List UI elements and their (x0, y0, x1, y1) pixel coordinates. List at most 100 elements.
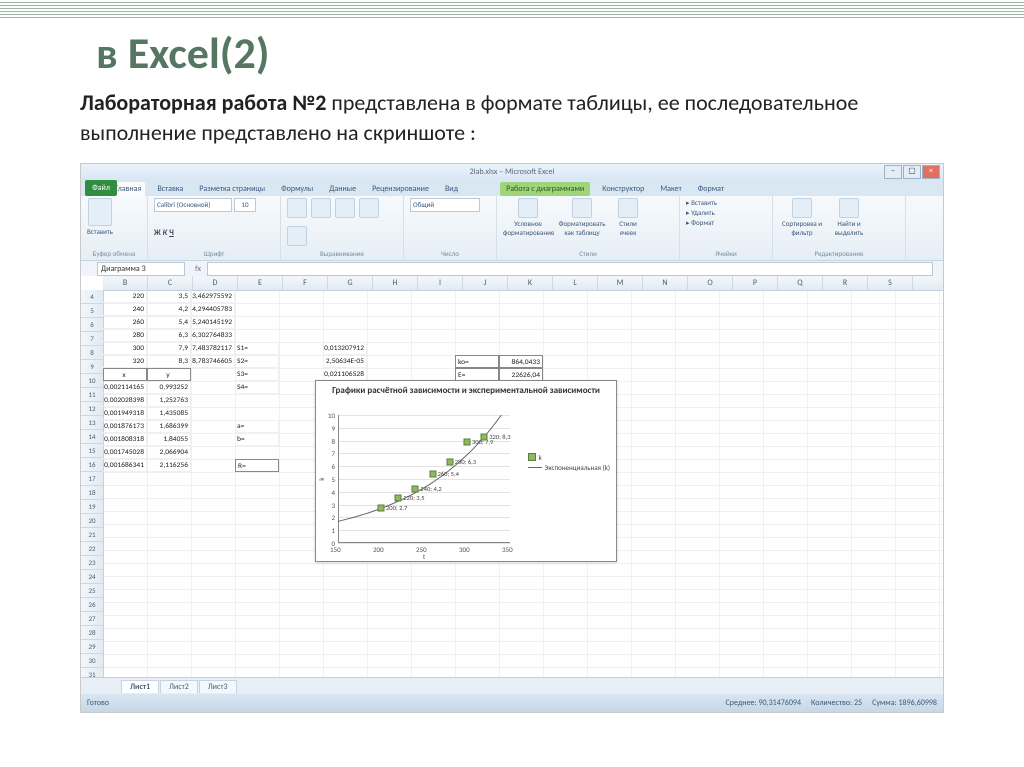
cell[interactable]: S2= (235, 355, 279, 368)
row-header[interactable]: 17 (81, 472, 103, 486)
cell[interactable]: 1,686399 (147, 420, 191, 433)
bold-button[interactable]: Ж (154, 228, 161, 238)
cell[interactable]: 0,013207912 (323, 342, 367, 355)
sheet-tab[interactable]: Лист3 (199, 680, 237, 693)
row-header[interactable]: 14 (81, 430, 103, 444)
row-header[interactable]: 22 (81, 542, 103, 556)
row-header[interactable]: 23 (81, 556, 103, 570)
col-header[interactable]: B (103, 276, 148, 290)
row-header[interactable]: 15 (81, 444, 103, 458)
row-header[interactable]: 4 (81, 290, 103, 304)
tab-insert[interactable]: Вставка (153, 182, 187, 196)
cell[interactable]: 300 (103, 342, 147, 355)
row-header[interactable]: 26 (81, 598, 103, 612)
format-button[interactable]: ▸ Формат (686, 218, 714, 227)
cell[interactable]: 3,5 (147, 290, 191, 303)
tab-pagelayout[interactable]: Разметка страницы (195, 182, 269, 196)
chart-object[interactable]: Графики расчётной зависимости и эксперим… (315, 380, 617, 562)
cell[interactable]: 0,001686341 (103, 459, 147, 472)
cell[interactable]: 8,783746605 (191, 355, 235, 368)
col-header[interactable]: P (733, 276, 778, 290)
tab-formulas[interactable]: Формулы (277, 182, 317, 196)
tab-layout[interactable]: Макет (656, 182, 685, 196)
cell[interactable]: 260 (103, 316, 147, 329)
delete-button[interactable]: ▸ Удалить (686, 208, 715, 217)
align-icon[interactable] (287, 198, 307, 218)
cell[interactable]: 280 (103, 329, 147, 342)
cell[interactable]: a= (235, 420, 279, 433)
fx-icon[interactable]: fx (195, 264, 201, 274)
cell[interactable]: 0,993252 (147, 381, 191, 394)
cell[interactable]: 4,2 (147, 303, 191, 316)
maximize-button[interactable]: ▢ (903, 165, 921, 179)
row-header[interactable]: 18 (81, 486, 103, 500)
cell[interactable]: S3= (235, 368, 279, 381)
col-header[interactable]: K (508, 276, 553, 290)
minimize-button[interactable]: – (884, 165, 902, 179)
cell[interactable]: 0,002028398 (103, 394, 147, 407)
row-header[interactable]: 25 (81, 584, 103, 598)
row-header[interactable]: 9 (81, 360, 103, 374)
conditional-format-button[interactable]: Условное форматирование (503, 198, 553, 237)
cell[interactable]: 2,116256 (147, 459, 191, 472)
cell[interactable]: 7,9 (147, 342, 191, 355)
cell[interactable]: S1= (235, 342, 279, 355)
cell[interactable]: 4,294405783 (191, 303, 235, 316)
cell[interactable]: 0,001745028 (103, 446, 147, 459)
cell[interactable]: x (103, 368, 147, 381)
col-header[interactable]: J (463, 276, 508, 290)
align-icon[interactable] (311, 198, 331, 218)
cell[interactable]: b= (235, 433, 279, 446)
col-header[interactable]: H (373, 276, 418, 290)
col-header[interactable]: I (418, 276, 463, 290)
cell[interactable]: 320 (103, 355, 147, 368)
tab-review[interactable]: Рецензирование (368, 182, 433, 196)
row-header[interactable]: 13 (81, 416, 103, 430)
file-tab[interactable]: Файл (85, 180, 117, 196)
col-header[interactable]: R (823, 276, 868, 290)
sheet-tab[interactable]: Лист1 (121, 680, 159, 693)
formula-bar[interactable] (207, 262, 933, 276)
row-header[interactable]: 30 (81, 654, 103, 668)
cell[interactable]: S4= (235, 381, 279, 394)
row-header[interactable]: 10 (81, 374, 103, 388)
sort-filter-button[interactable]: Сортировка и фильтр (779, 198, 825, 237)
cell[interactable]: 2,50634E-05 (323, 355, 367, 368)
col-header[interactable]: F (283, 276, 328, 290)
cell[interactable]: 2,066904 (147, 446, 191, 459)
cell[interactable]: 0,001949318 (103, 407, 147, 420)
cell[interactable]: 0,001808318 (103, 433, 147, 446)
cell[interactable]: R= (235, 459, 279, 472)
cell[interactable]: y (147, 368, 191, 381)
cell[interactable]: 0,002114165 (103, 381, 147, 394)
number-format[interactable]: Общий (410, 198, 480, 212)
col-header[interactable]: S (868, 276, 913, 290)
paste-button[interactable]: Вставить (87, 198, 113, 236)
cell[interactable]: 5,4 (147, 316, 191, 329)
name-box[interactable]: Диаграмма 3 (97, 262, 185, 276)
cell[interactable]: 1,84055 (147, 433, 191, 446)
cell[interactable]: 8,3 (147, 355, 191, 368)
row-header[interactable]: 24 (81, 570, 103, 584)
cell[interactable]: 3,462975592 (191, 290, 235, 303)
wrap-icon[interactable] (359, 198, 379, 218)
row-header[interactable]: 20 (81, 514, 103, 528)
row-header[interactable]: 12 (81, 402, 103, 416)
cell-styles-button[interactable]: Стили ячеек (611, 198, 645, 237)
row-header[interactable]: 27 (81, 612, 103, 626)
tab-view[interactable]: Вид (441, 182, 462, 196)
cell[interactable]: 1,435085 (147, 407, 191, 420)
row-headers[interactable]: 4567891011121314151617181920212223242526… (81, 290, 104, 694)
cell[interactable]: 6,3 (147, 329, 191, 342)
row-header[interactable]: 16 (81, 458, 103, 472)
cell[interactable]: 0,001876173 (103, 420, 147, 433)
cell[interactable]: ko= (455, 355, 499, 368)
worksheet[interactable]: BCDEFGHIJKLMNOPQRS 456789101112131415161… (81, 276, 943, 694)
underline-button[interactable]: Ч (169, 228, 174, 238)
cell[interactable]: 7,483782117 (191, 342, 235, 355)
row-header[interactable]: 7 (81, 332, 103, 346)
row-header[interactable]: 21 (81, 528, 103, 542)
row-header[interactable]: 5 (81, 304, 103, 318)
cell[interactable]: 240 (103, 303, 147, 316)
font-size-input[interactable]: 10 (234, 198, 256, 212)
